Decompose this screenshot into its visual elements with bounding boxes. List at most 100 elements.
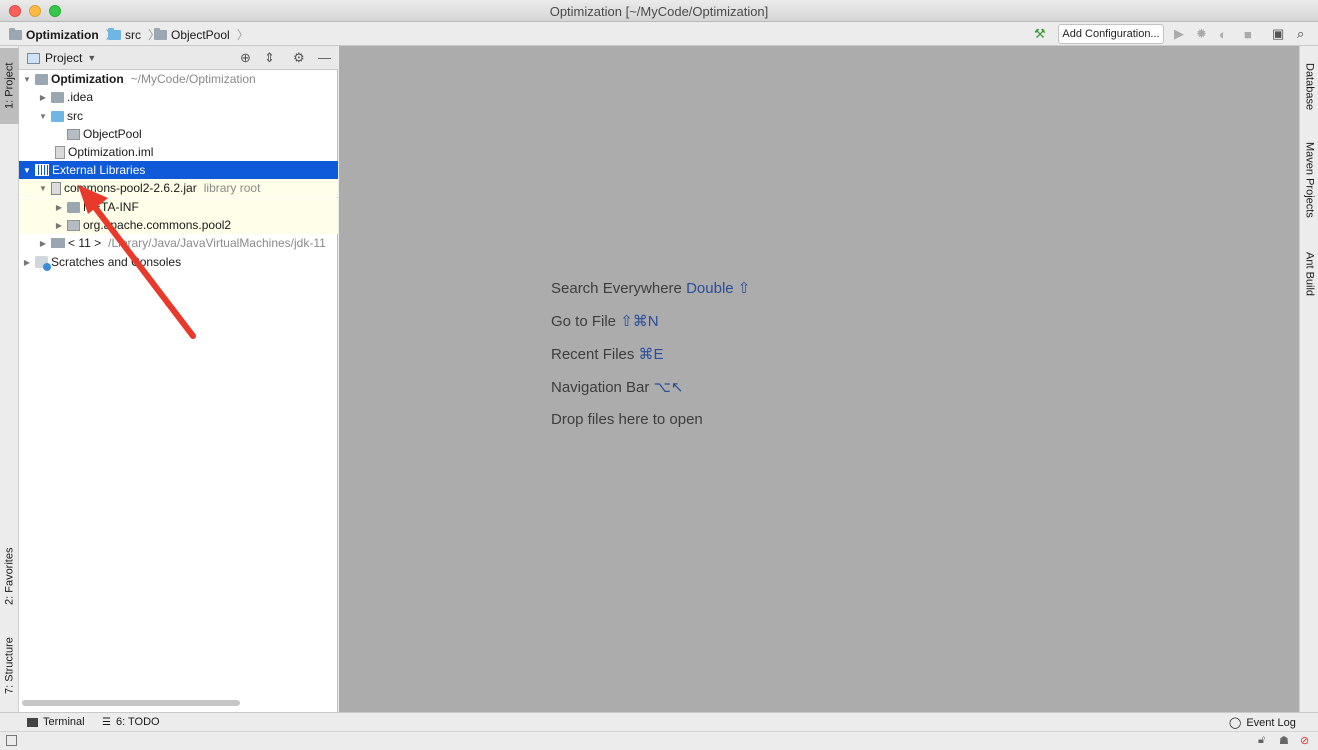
tree-item-label: Optimization.iml [68, 145, 154, 159]
hint-shortcut: ⌥↖ [653, 379, 684, 396]
breadcrumb-project[interactable]: Optimization 〉 [9, 26, 118, 43]
project-view-selector[interactable]: Project ▼ [27, 51, 96, 65]
hint-shortcut: ⌘E [638, 346, 664, 363]
collapse-arrow-icon[interactable]: ▶ [53, 203, 65, 212]
expand-arrow-icon[interactable]: ▼ [37, 112, 49, 121]
expand-arrow-icon[interactable]: ▼ [37, 184, 49, 193]
tree-item-idea[interactable]: ▶ .idea [19, 88, 338, 106]
tree-item-scratches[interactable]: ▶ Scratches and Consoles [19, 253, 338, 271]
project-structure-icon[interactable]: ▣ [1272, 25, 1284, 43]
tab-database[interactable]: Database [1300, 54, 1318, 120]
tree-item-path: ~/MyCode/Optimization [130, 72, 256, 86]
jar-icon [51, 181, 61, 195]
lock-icon[interactable]: 🔓︎ [1258, 734, 1265, 747]
terminal-icon [27, 717, 38, 727]
folder-icon [51, 91, 64, 103]
tab-todo[interactable]: ☰ 6: TODO [102, 716, 160, 728]
expand-arrow-icon[interactable]: ▼ [21, 75, 33, 84]
library-icon [35, 164, 49, 176]
expand-arrow-icon[interactable]: ▼ [21, 166, 33, 175]
tree-item-label: Optimization [51, 72, 124, 86]
horizontal-scrollbar[interactable] [22, 700, 240, 706]
hide-panel-icon[interactable]: — [318, 50, 331, 65]
hammer-icon[interactable]: ⚒ [1034, 25, 1046, 43]
package-icon [67, 219, 80, 231]
tree-item-optimization[interactable]: ▼ Optimization ~/MyCode/Optimization [19, 70, 338, 88]
tree-item-objectpool[interactable]: ObjectPool [19, 125, 338, 143]
tree-item-label: META-INF [83, 200, 139, 214]
tree-item-jdk-11[interactable]: ▶ < 11 > /Library/Java/JavaVirtualMachin… [19, 234, 338, 252]
tree-item-meta-inf[interactable]: ▶ META-INF [19, 198, 338, 216]
collapse-arrow-icon[interactable]: ▶ [21, 258, 33, 267]
tab-ant-build[interactable]: Ant Build [1300, 242, 1318, 306]
folder-icon [67, 201, 80, 213]
title-bar: Optimization [~/MyCode/Optimization] [0, 0, 1318, 22]
hint-text: Search Everywhere [551, 280, 682, 297]
breadcrumb-src[interactable]: src 〉 [108, 26, 160, 43]
collapse-all-icon[interactable]: ⇕ [264, 50, 275, 66]
hint-shortcut: Double ⇧ [686, 280, 751, 297]
breadcrumb-label: src [125, 27, 141, 42]
hint-shortcut: ⇧⌘N [620, 313, 659, 330]
event-log-icon: ◯ [1229, 717, 1242, 729]
add-configuration-button[interactable]: Add Configuration... [1058, 24, 1164, 44]
hint-navigation-bar: Navigation Bar ⌥↖ [551, 378, 683, 396]
window-title: Optimization [~/MyCode/Optimization] [549, 4, 769, 19]
editor-area[interactable]: Search Everywhere Double ⇧ Go to File ⇧⌘… [339, 46, 1299, 712]
hint-text: Recent Files [551, 346, 635, 363]
tab-favorites[interactable]: 2: Favorites [0, 536, 19, 616]
breadcrumb-label: ObjectPool [171, 27, 230, 42]
tab-project[interactable]: 1: Project [0, 48, 19, 124]
hint-go-to-file: Go to File ⇧⌘N [551, 312, 659, 330]
hint-search-everywhere: Search Everywhere Double ⇧ [551, 279, 750, 297]
tree-item-note: library root [203, 181, 261, 195]
project-view-icon [27, 52, 40, 64]
dropdown-arrow-icon: ▼ [87, 53, 97, 63]
tab-maven-projects[interactable]: Maven Projects [1300, 134, 1318, 226]
tree-item-label: src [67, 109, 83, 123]
project-folder-icon [9, 27, 22, 40]
tab-database-label: Database [1303, 63, 1316, 111]
todo-icon: ☰ [102, 716, 111, 728]
coverage-icon[interactable]: ◐ [1219, 25, 1227, 43]
tree-item-external-libraries[interactable]: ▼ External Libraries [19, 161, 338, 179]
hint-text: Navigation Bar [551, 379, 650, 396]
tree-item-commons-pool2-jar[interactable]: ▼ commons-pool2-2.6.2.jar library root [19, 179, 338, 197]
tab-terminal-label: Terminal [43, 716, 85, 728]
search-icon[interactable]: ⌕ [1297, 25, 1304, 43]
left-tool-strip: 1: Project 2: Favorites 7: Structure [0, 46, 19, 712]
collapse-arrow-icon[interactable]: ▶ [53, 221, 65, 230]
toggle-tool-windows-icon[interactable] [6, 735, 17, 746]
tab-project-label: 1: Project [3, 62, 16, 110]
locate-icon[interactable]: ⊕ [240, 50, 251, 66]
tab-structure[interactable]: 7: Structure [0, 626, 19, 706]
ide-window: Optimization [~/MyCode/Optimization] Opt… [0, 0, 1318, 750]
debug-icon[interactable]: ✹ [1196, 25, 1207, 43]
tab-favorites-label: 2: Favorites [3, 547, 16, 605]
tree-item-optimization-iml[interactable]: Optimization.iml [19, 143, 338, 161]
tab-ant-label: Ant Build [1303, 251, 1316, 297]
power-save-icon[interactable]: ⊘ [1300, 734, 1309, 747]
gear-icon[interactable]: ⚙ [293, 50, 305, 66]
tree-item-label: Scratches and Consoles [51, 255, 182, 269]
inspector-icon[interactable]: ☗ [1279, 734, 1289, 747]
chevron-right-icon: 〉 [236, 28, 249, 42]
tab-event-log-label: Event Log [1246, 716, 1296, 729]
tree-item-label: org.apache.commons.pool2 [83, 218, 232, 232]
tab-terminal[interactable]: Terminal [27, 716, 85, 728]
tree-item-org-apache-commons-pool2[interactable]: ▶ org.apache.commons.pool2 [19, 216, 338, 234]
tree-item-label: commons-pool2-2.6.2.jar [64, 181, 197, 195]
source-folder-icon [108, 27, 121, 40]
tab-event-log[interactable]: ◯ Event Log [1229, 716, 1296, 730]
status-bar: 🔓︎ ☗ ⊘ [0, 731, 1318, 750]
tree-item-src[interactable]: ▼ src [19, 107, 338, 125]
tree-item-label: External Libraries [52, 163, 146, 177]
collapse-arrow-icon[interactable]: ▶ [37, 239, 49, 248]
stop-icon[interactable]: ■ [1244, 25, 1252, 43]
tree-item-label: < 11 > [68, 236, 102, 250]
run-icon[interactable]: ▶ [1174, 25, 1184, 43]
tab-todo-label: 6: TODO [115, 716, 160, 728]
collapse-arrow-icon[interactable]: ▶ [37, 93, 49, 102]
breadcrumb-objectpool[interactable]: ObjectPool 〉 [154, 26, 249, 43]
tree-item-path: /Library/Java/JavaVirtualMachines/jdk-11 [108, 236, 326, 250]
